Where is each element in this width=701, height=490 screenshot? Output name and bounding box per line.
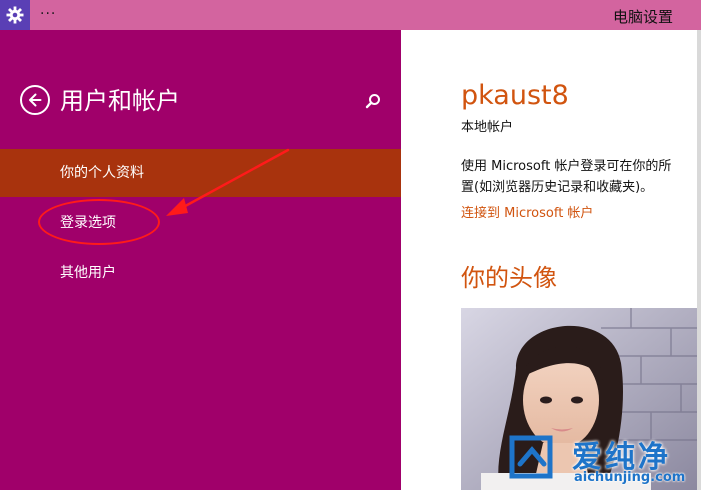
account-description: 使用 Microsoft 帐户登录可在你的所 置(如浏览器历史记录和收藏夹)。	[461, 156, 697, 198]
search-button[interactable]	[364, 92, 382, 110]
user-name: pkaust8	[461, 80, 569, 111]
gear-icon	[6, 6, 24, 24]
description-line: 使用 Microsoft 帐户登录可在你的所	[461, 159, 672, 174]
settings-window: ··· 电脑设置 用户和帐户 你的个人资料 登录选项 其他用户 pkaust8 …	[0, 0, 701, 490]
watermark-domain: aichunjing.com	[574, 470, 686, 485]
description-line: 置(如浏览器历史记录和收藏夹)。	[461, 180, 654, 195]
content-pane: pkaust8 本地帐户 使用 Microsoft 帐户登录可在你的所 置(如浏…	[401, 30, 697, 490]
watermark-logo-icon	[509, 435, 553, 479]
account-type: 本地帐户	[461, 120, 514, 135]
sidebar: 用户和帐户 你的个人资料 登录选项 其他用户	[0, 30, 401, 490]
annotation-circle	[38, 199, 160, 245]
avatar-heading: 你的头像	[461, 264, 557, 292]
title-bar: ··· 电脑设置	[0, 0, 701, 30]
scrollbar-edge[interactable]	[697, 30, 701, 490]
back-button[interactable]	[20, 85, 50, 115]
title-menu-dots[interactable]: ···	[40, 6, 56, 22]
search-icon	[365, 94, 380, 109]
sidebar-item-profile[interactable]: 你的个人资料	[0, 149, 401, 197]
watermark: 爱纯净 aichunjing.com	[498, 428, 701, 490]
back-arrow-icon	[29, 93, 42, 107]
app-icon	[0, 0, 30, 30]
sidebar-item-other-users[interactable]: 其他用户	[0, 249, 401, 297]
connect-microsoft-account-link[interactable]: 连接到 Microsoft 帐户	[461, 202, 593, 221]
section-title: 用户和帐户	[60, 87, 180, 115]
window-title: 电脑设置	[612, 8, 673, 26]
